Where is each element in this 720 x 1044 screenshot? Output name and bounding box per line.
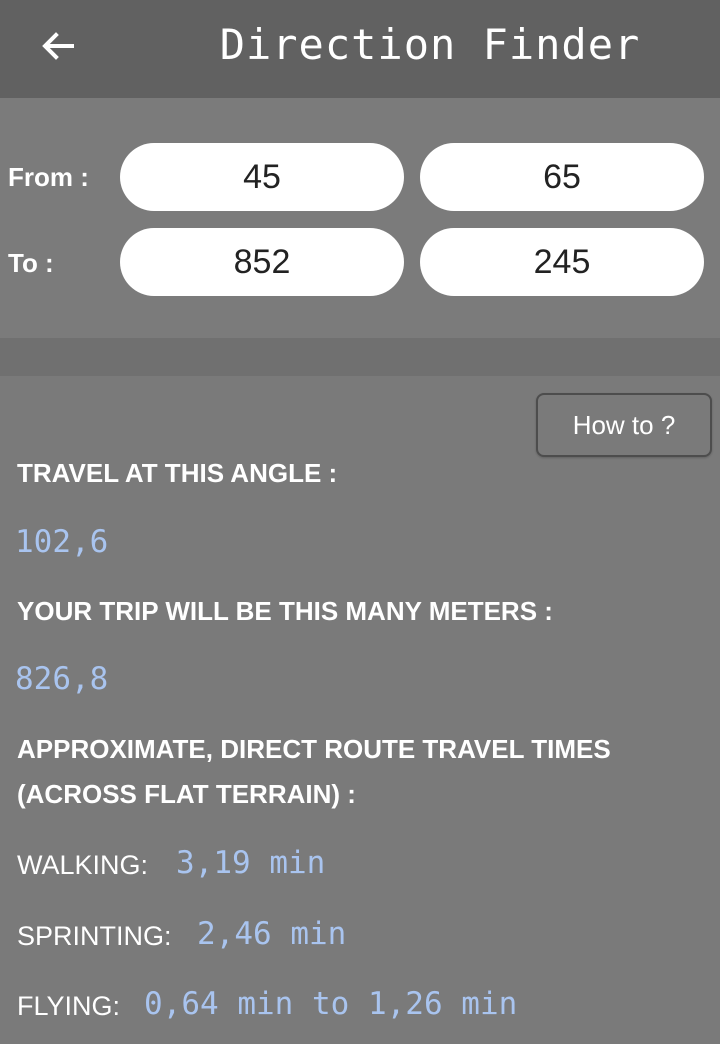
angle-heading: TRAVEL AT THIS ANGLE : — [17, 458, 338, 488]
sprinting-value: 2,46 min — [197, 916, 347, 952]
section-divider — [0, 338, 720, 376]
from-label: From : — [8, 162, 89, 192]
app-bar: Direction Finder — [0, 0, 720, 98]
distance-value: 826,8 — [15, 661, 109, 697]
angle-value: 102,6 — [15, 524, 109, 560]
page-title: Direction Finder — [219, 20, 641, 69]
distance-heading: YOUR TRIP WILL BE THIS MANY METERS : — [17, 596, 553, 626]
travel-times-heading-line1: APPROXIMATE, DIRECT ROUTE TRAVEL TIMES — [17, 734, 611, 764]
from-z-input[interactable] — [420, 143, 704, 211]
back-button[interactable] — [34, 22, 82, 70]
sprinting-label: SPRINTING: — [17, 921, 172, 951]
travel-times-heading-line2: (ACROSS FLAT TERRAIN) : — [17, 779, 356, 809]
how-to-button[interactable]: How to ? — [536, 393, 712, 457]
to-label: To : — [8, 248, 54, 278]
to-x-input[interactable] — [120, 228, 404, 296]
coordinates-panel — [0, 98, 720, 340]
walking-label: WALKING: — [17, 850, 149, 880]
flying-value: 0,64 min to 1,26 min — [144, 986, 518, 1022]
arrow-left-icon — [42, 32, 74, 60]
walking-value: 3,19 min — [176, 845, 326, 881]
to-z-input[interactable] — [420, 228, 704, 296]
flying-label: FLYING: — [17, 991, 121, 1021]
from-x-input[interactable] — [120, 143, 404, 211]
